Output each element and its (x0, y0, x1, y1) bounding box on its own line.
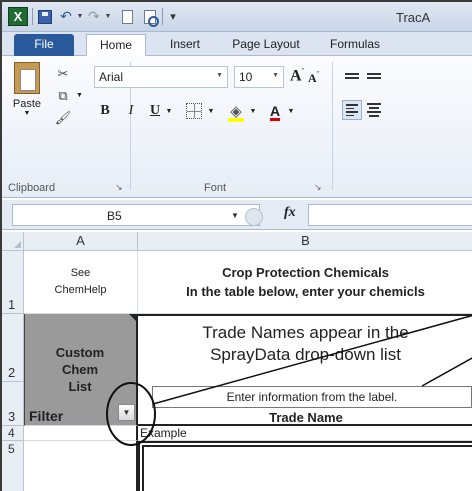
cut-icon[interactable]: ✂ (52, 64, 74, 84)
cancel-entry-icon[interactable] (245, 208, 263, 226)
row-header-3[interactable]: 3 (2, 382, 24, 426)
font-size-value: 10 (239, 70, 253, 84)
shrink-font-icon[interactable]: Aˇ (308, 70, 319, 86)
chevron-down-icon[interactable]: ▼ (231, 211, 239, 220)
align-center-icon[interactable] (364, 100, 384, 120)
tab-insert[interactable]: Insert (158, 34, 212, 56)
row-header-2[interactable]: 2 (2, 314, 24, 382)
redo-icon[interactable]: ↷ (86, 7, 102, 26)
row-header-4[interactable]: 4 (2, 426, 24, 441)
format-painter-icon[interactable]: 🖌 (52, 108, 74, 128)
row-header-1[interactable]: 1 (2, 251, 24, 314)
italic-button[interactable]: I (120, 100, 142, 122)
name-box-value: B5 (107, 209, 122, 223)
font-size-select[interactable]: 10 ▼ (234, 66, 284, 88)
filter-dropdown-button[interactable]: ▼ (118, 404, 135, 421)
tab-page-layout[interactable]: Page Layout (222, 34, 310, 56)
column-header-a[interactable]: A (24, 232, 138, 251)
tab-formulas[interactable]: Formulas (320, 34, 390, 56)
excel-window: X ↶ ▼ ↷ ▼ ▾ TracA File Home Insert Page … (0, 0, 472, 491)
name-box[interactable]: B5 ▼ (12, 204, 263, 226)
fill-color-icon[interactable]: ◈ (224, 100, 248, 122)
sheet-instruction: In the table below, enter your chemicls (186, 284, 425, 299)
clipboard-icon (14, 62, 40, 94)
redo-dropdown-icon[interactable]: ▼ (104, 7, 112, 26)
custom-chem-list-label: Custom Chem List (55, 345, 105, 394)
cell-a4[interactable] (24, 426, 138, 441)
font-name-value: Arial (99, 70, 124, 84)
window-title: TracA (396, 10, 431, 25)
trade-names-line-1: Trade Names appear in the (202, 323, 409, 342)
cell-a1-chemhelp-link[interactable]: See ChemHelp (24, 251, 138, 314)
borders-dropdown-icon[interactable]: ▼ (206, 100, 216, 122)
formula-input[interactable] (308, 204, 472, 226)
new-document-icon[interactable] (120, 7, 134, 26)
underline-dropdown-icon[interactable]: ▼ (164, 100, 174, 122)
font-launcher-icon[interactable]: ↘ (314, 182, 322, 193)
copy-icon[interactable]: ⧉ (52, 86, 74, 106)
filter-label: Filter (29, 408, 64, 424)
cell-a5[interactable] (24, 441, 138, 491)
group-separator (332, 62, 333, 190)
select-all-corner[interactable] (2, 232, 24, 251)
comment-indicator-icon (129, 314, 136, 321)
enter-info-note: Enter information from the label. (152, 386, 472, 408)
cell-b3-header[interactable]: Enter information from the label. Trade … (138, 382, 472, 426)
align-middle-icon[interactable] (364, 66, 384, 86)
font-color-dropdown-icon[interactable]: ▼ (286, 100, 296, 122)
undo-icon[interactable]: ↶ (58, 7, 74, 26)
font-color-button[interactable]: A (264, 100, 286, 122)
ribbon: Paste ▼ ✂ ⧉ ▼ 🖌 Clipboard ↘ Arial ▼ 10 ▼… (2, 56, 472, 198)
fill-color-dropdown-icon[interactable]: ▼ (248, 100, 258, 122)
save-icon[interactable] (36, 7, 54, 26)
copy-dropdown-icon[interactable]: ▼ (76, 92, 83, 99)
paste-button[interactable]: Paste ▼ (10, 62, 44, 124)
underline-button[interactable]: U (144, 100, 166, 122)
trade-name-header: Trade Name (269, 410, 343, 425)
tab-file[interactable]: File (14, 34, 74, 56)
sheet-title: Crop Protection Chemicals (222, 265, 389, 280)
excel-icon[interactable]: X (8, 7, 28, 26)
cell-b4-example[interactable]: Example (138, 426, 472, 441)
bold-button[interactable]: B (94, 100, 116, 122)
paste-dropdown-icon[interactable]: ▼ (10, 110, 44, 117)
grow-font-icon[interactable]: Aˆ (290, 67, 304, 85)
undo-dropdown-icon[interactable]: ▼ (76, 7, 84, 26)
align-top-icon[interactable] (342, 66, 362, 86)
clipboard-group-label: Clipboard (8, 182, 56, 194)
title-bar: X ↶ ▼ ↷ ▼ ▾ TracA (2, 2, 472, 32)
chemhelp-line-2: ChemHelp (54, 284, 107, 296)
chevron-down-icon: ▼ (216, 72, 223, 79)
font-name-select[interactable]: Arial ▼ (94, 66, 228, 88)
ribbon-tabs: File Home Insert Page Layout Formulas (2, 32, 472, 56)
trade-names-line-2: SprayData drop-down list (210, 345, 401, 364)
row-header-5[interactable]: 5 (2, 441, 24, 491)
chevron-down-icon: ▼ (272, 72, 279, 79)
separator (32, 8, 33, 25)
insert-function-button[interactable]: fx (284, 205, 296, 221)
font-group-label: Font (204, 182, 227, 194)
cell-b2-note[interactable]: Trade Names appear in the SprayData drop… (138, 314, 472, 382)
separator (162, 8, 163, 25)
cell-b5-selected[interactable] (138, 441, 472, 491)
chemhelp-line-1: See (70, 267, 91, 279)
clipboard-launcher-icon[interactable]: ↘ (115, 182, 123, 193)
worksheet-grid: A B 1 2 3 4 5 See ChemHelp Crop Protecti… (2, 232, 472, 491)
cell-b1-heading[interactable]: Crop Protection Chemicals In the table b… (138, 251, 472, 314)
print-preview-icon[interactable] (142, 7, 159, 27)
formula-bar: B5 ▼ fx (2, 200, 472, 230)
tab-home[interactable]: Home (86, 34, 146, 56)
align-left-icon[interactable] (342, 100, 362, 120)
customize-toolbar-icon[interactable]: ▾ (166, 7, 180, 26)
paste-label: Paste (12, 98, 42, 110)
column-header-b[interactable]: B (138, 232, 472, 251)
borders-icon[interactable] (182, 100, 206, 122)
